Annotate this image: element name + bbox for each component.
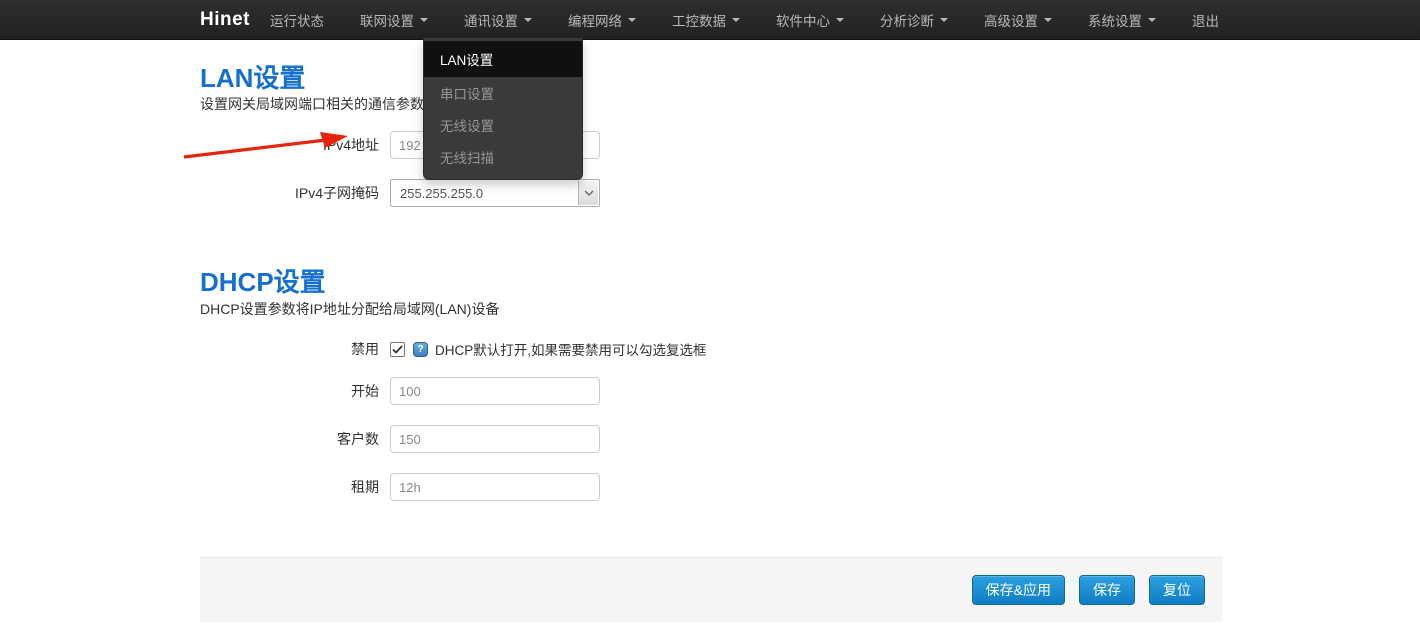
comm-settings-dropdown: LAN设置 串口设置 无线设置 无线扫描 [423, 38, 583, 180]
nav-item-label: 分析诊断 [880, 10, 934, 30]
nav-item-network-settings[interactable]: 联网设置 [342, 0, 446, 40]
nav-item-label: 高级设置 [984, 10, 1038, 30]
dhcp-disable-label: 禁用 [200, 339, 390, 359]
nav-item-label: 工控数据 [672, 10, 726, 30]
lan-section-subtitle: 设置网关局域网端口相关的通信参数 [200, 94, 424, 114]
dhcp-disable-row: 禁用 ? DHCP默认打开,如果需要禁用可以勾选复选框 [200, 335, 707, 363]
help-icon[interactable]: ? [413, 342, 428, 357]
dhcp-lease-label: 租期 [200, 477, 390, 497]
caret-down-icon [836, 18, 844, 22]
dhcp-clients-label: 客户数 [200, 429, 390, 449]
chevron-down-icon [578, 181, 598, 205]
save-apply-button[interactable]: 保存&应用 [972, 575, 1065, 605]
dhcp-start-input[interactable] [390, 377, 600, 405]
caret-down-icon [1148, 18, 1156, 22]
nav-item-label: 通讯设置 [464, 10, 518, 30]
footer-action-bar: 保存&应用 保存 复位 [200, 557, 1222, 622]
nav-menu: 运行状态 联网设置 通讯设置 编程网络 工控数据 软件中心 分析诊断 高级设置 … [252, 0, 1237, 40]
dhcp-disable-checkbox[interactable] [390, 342, 405, 357]
nav-item-run-status[interactable]: 运行状态 [252, 0, 342, 40]
nav-item-industrial-data[interactable]: 工控数据 [654, 0, 758, 40]
dropdown-item-wireless-scan[interactable]: 无线扫描 [424, 141, 582, 173]
ipv4-netmask-label: IPv4子网掩码 [200, 183, 390, 203]
ipv4-netmask-value: 255.255.255.0 [391, 186, 483, 201]
dhcp-section-title: DHCP设置 [200, 262, 326, 299]
checkmark-icon [392, 345, 403, 354]
nav-item-advanced-settings[interactable]: 高级设置 [966, 0, 1070, 40]
caret-down-icon [524, 18, 532, 22]
brand-logo[interactable]: Hinet [200, 0, 250, 40]
dhcp-start-row: 开始 [200, 377, 600, 405]
caret-down-icon [420, 18, 428, 22]
dhcp-clients-row: 客户数 [200, 425, 600, 453]
nav-item-label: 联网设置 [360, 10, 414, 30]
caret-down-icon [940, 18, 948, 22]
nav-item-programming-network[interactable]: 编程网络 [550, 0, 654, 40]
top-navbar: Hinet 运行状态 联网设置 通讯设置 编程网络 工控数据 软件中心 分析诊断… [0, 0, 1420, 40]
dhcp-clients-input[interactable] [390, 425, 600, 453]
nav-item-logout[interactable]: 退出 [1174, 0, 1237, 40]
dropdown-item-wireless-settings[interactable]: 无线设置 [424, 109, 582, 141]
lan-section-title: LAN设置 [200, 58, 305, 95]
save-button[interactable]: 保存 [1079, 575, 1135, 605]
ipv4-netmask-row: IPv4子网掩码 255.255.255.0 [200, 179, 600, 207]
dropdown-item-lan-settings[interactable]: LAN设置 [424, 41, 582, 77]
nav-item-label: 运行状态 [270, 10, 324, 30]
nav-item-label: 编程网络 [568, 10, 622, 30]
nav-item-label: 系统设置 [1088, 10, 1142, 30]
dropdown-item-serial-settings[interactable]: 串口设置 [424, 77, 582, 109]
dhcp-section-subtitle: DHCP设置参数将IP地址分配给局域网(LAN)设备 [200, 299, 499, 319]
nav-item-label: 软件中心 [776, 10, 830, 30]
reset-button[interactable]: 复位 [1149, 575, 1205, 605]
nav-item-comm-settings[interactable]: 通讯设置 [446, 0, 550, 40]
caret-down-icon [732, 18, 740, 22]
caret-down-icon [628, 18, 636, 22]
nav-item-software-center[interactable]: 软件中心 [758, 0, 862, 40]
annotation-arrow-icon [176, 127, 368, 168]
footer-buttons: 保存&应用 保存 复位 [972, 575, 1205, 605]
dhcp-lease-input[interactable] [390, 473, 600, 501]
caret-down-icon [1044, 18, 1052, 22]
nav-item-system-settings[interactable]: 系统设置 [1070, 0, 1174, 40]
ipv4-netmask-select[interactable]: 255.255.255.0 [390, 179, 600, 207]
nav-item-analysis-diagnosis[interactable]: 分析诊断 [862, 0, 966, 40]
nav-item-label: 退出 [1192, 10, 1219, 30]
dhcp-start-label: 开始 [200, 381, 390, 401]
dhcp-lease-row: 租期 [200, 473, 600, 501]
dhcp-disable-hint: DHCP默认打开,如果需要禁用可以勾选复选框 [435, 339, 707, 359]
